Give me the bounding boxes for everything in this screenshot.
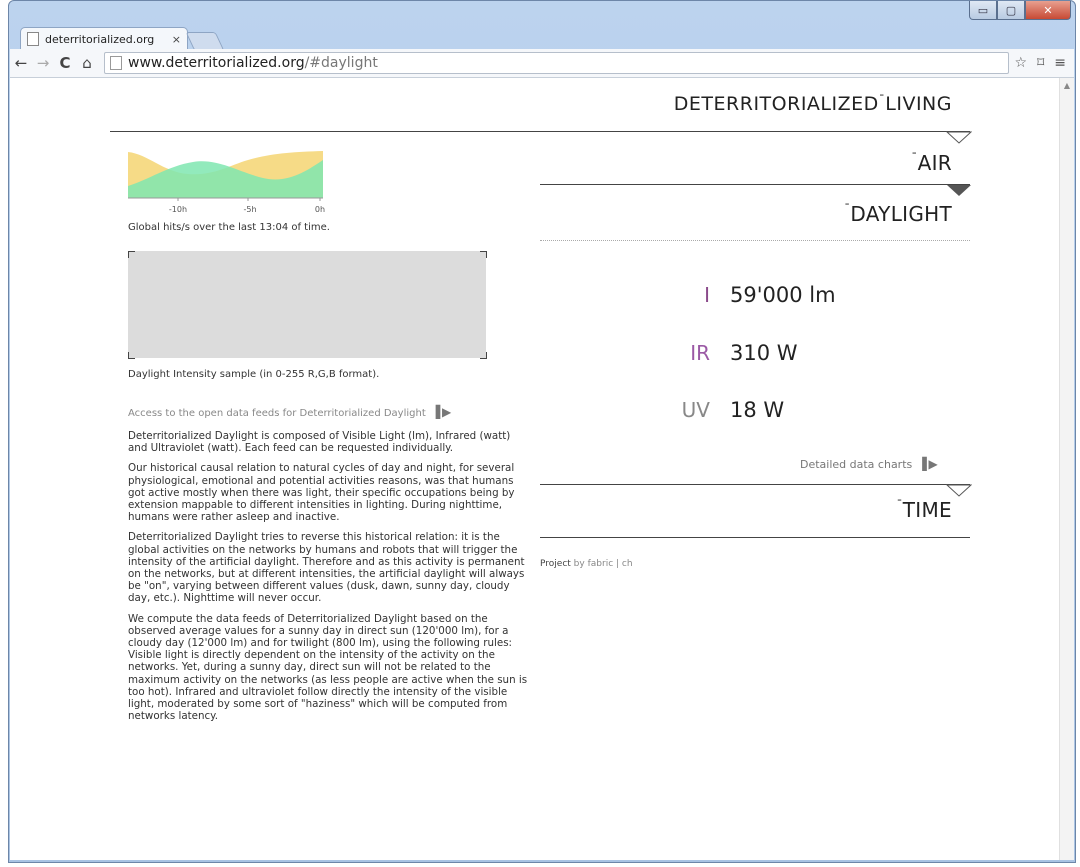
reading-label: I xyxy=(704,283,710,307)
section-time[interactable]: ¯TIME xyxy=(896,498,952,522)
close-window-button[interactable]: ✕ xyxy=(1025,1,1071,20)
paragraph: Our historical causal relation to natura… xyxy=(128,462,515,524)
section-daylight[interactable]: ¯DAYLIGHT xyxy=(844,202,952,226)
fabric-ch-link[interactable]: fabric | ch xyxy=(588,559,633,569)
air-divider xyxy=(540,184,970,185)
reading-visible-light: I 59'000 lm xyxy=(570,283,990,307)
reading-label: UV xyxy=(681,398,710,422)
time-toggle-icon[interactable] xyxy=(946,484,972,498)
reading-ultraviolet: UV 18 W xyxy=(570,398,990,422)
reading-value: 18 W xyxy=(730,398,785,422)
daylight-dotted-divider xyxy=(540,240,970,241)
arrow-right-icon: ▌▶ xyxy=(435,405,452,419)
address-bar[interactable]: www.deterritorialized.org/#daylight xyxy=(104,52,1009,74)
swatch-corner xyxy=(480,352,487,359)
global-hits-sparkline: -10h -5h 0h xyxy=(128,151,325,214)
menu-icon[interactable]: ≡ xyxy=(1054,55,1066,71)
tab-title: deterritorialized.org xyxy=(45,32,155,46)
time-divider xyxy=(540,537,970,538)
swatch-corner xyxy=(480,251,487,258)
window-controls: ▭ ▢ ✕ xyxy=(969,1,1071,20)
browser-toolbar: ← → C ⌂ www.deterritorialized.org/#dayli… xyxy=(10,49,1074,78)
description-text: Deterritorialized Daylight is composed o… xyxy=(128,430,528,730)
maximize-button[interactable]: ▢ xyxy=(997,1,1025,20)
url-path: /#daylight xyxy=(304,55,378,71)
project-credit: Project by fabric | ch xyxy=(540,559,633,569)
swatch-corner xyxy=(128,352,135,359)
star-icon[interactable]: ☆ xyxy=(1015,55,1028,71)
daylight-sample-swatch xyxy=(128,251,486,358)
section-air[interactable]: ¯AIR xyxy=(911,151,952,175)
reload-icon[interactable]: C xyxy=(54,54,76,72)
page-icon xyxy=(27,32,39,46)
paragraph: Deterritorialized Daylight is composed o… xyxy=(128,430,511,455)
back-icon[interactable]: ← xyxy=(10,54,32,72)
home-icon[interactable]: ⌂ xyxy=(76,54,98,72)
air-toggle-icon[interactable] xyxy=(946,131,972,145)
sample-caption: Daylight Intensity sample (in 0-255 R,G,… xyxy=(128,369,380,380)
reading-value: 59'000 lm xyxy=(730,283,836,307)
open-data-feeds-link[interactable]: Access to the open data feeds for Deterr… xyxy=(128,405,452,419)
cast-icon[interactable]: ⌑ xyxy=(1037,55,1044,71)
tab-close-icon[interactable]: × xyxy=(172,33,181,46)
sparkline-tick: 0h xyxy=(315,205,325,214)
browser-tab[interactable]: deterritorialized.org × xyxy=(20,27,188,50)
page-icon xyxy=(110,56,122,70)
paragraph: We compute the data feeds of Deterritori… xyxy=(128,612,528,723)
sparkline-tick: -5h xyxy=(243,205,256,214)
url-host: www.deterritorialized.org xyxy=(128,55,305,71)
arrow-right-icon: ▌▶ xyxy=(922,457,938,471)
swatch-corner xyxy=(128,251,135,258)
daylight-divider xyxy=(540,484,970,485)
reading-infrared: IR 310 W xyxy=(570,341,990,365)
sparkline-tick: -10h xyxy=(169,205,187,214)
minimize-button[interactable]: ▭ xyxy=(969,1,997,20)
site-title: DETERRITORIALIZED¯LIVING xyxy=(673,93,952,115)
scrollbar[interactable]: ▲ xyxy=(1059,78,1074,860)
sparkline-caption: Global hits/s over the last 13:04 of tim… xyxy=(128,222,330,233)
header-divider xyxy=(110,131,970,132)
forward-icon[interactable]: → xyxy=(32,54,54,72)
detailed-charts-link[interactable]: Detailed data charts ▌▶ xyxy=(800,457,938,471)
daylight-toggle-icon[interactable] xyxy=(946,184,972,198)
reading-label: IR xyxy=(690,341,710,365)
reading-value: 310 W xyxy=(730,341,798,365)
page-viewport: ▲ DETERRITORIALIZED¯LIVING ¯AIR ¯DAYLIGH… xyxy=(10,78,1074,860)
paragraph: Deterritorialized Daylight tries to reve… xyxy=(128,531,525,605)
